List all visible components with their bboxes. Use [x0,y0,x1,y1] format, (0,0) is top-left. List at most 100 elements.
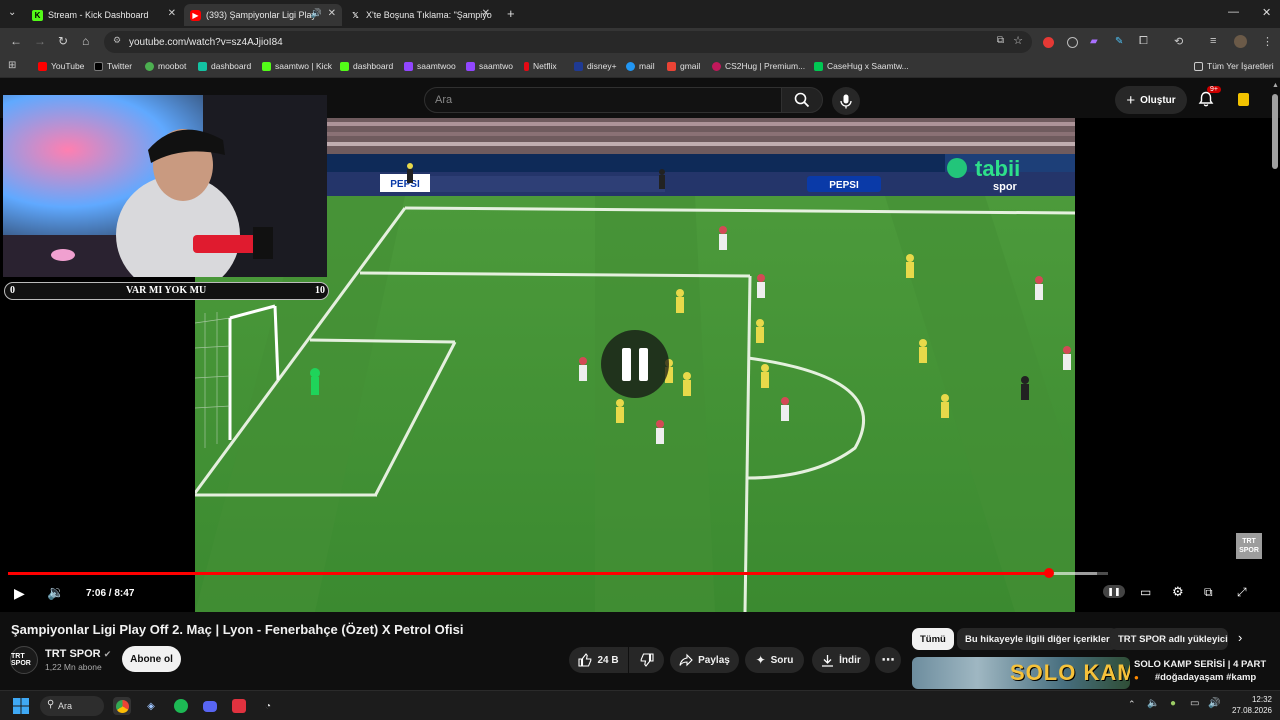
reload-icon[interactable]: ↻ [58,34,68,48]
window-close-icon[interactable]: ✕ [1262,6,1271,19]
bookmark-item[interactable]: gmail [667,61,700,71]
download-icon [822,654,834,667]
extension-red-icon[interactable] [1043,37,1054,48]
bookmark-item[interactable]: YouTube [38,61,84,71]
chevron-right-icon[interactable]: › [1238,630,1242,645]
sparkle-icon: ✦ [755,653,766,667]
video-frame[interactable]: PEPSI PEPSI tabii spor [195,118,1075,612]
new-tab-plus-icon[interactable]: + [507,6,515,21]
scroll-up-icon[interactable]: ▲ [1272,82,1279,89]
steam-icon[interactable]: ◈ [142,697,160,715]
volume-icon[interactable]: 🔉 [47,584,64,601]
profile-avatar[interactable] [1234,35,1247,48]
search-button[interactable] [781,87,823,113]
page-scrollbar[interactable] [1272,94,1278,169]
minimize-icon[interactable]: — [1228,6,1239,18]
chip-all[interactable]: Tümü [912,628,954,650]
more-actions-button[interactable]: ⋯ [875,647,901,673]
address-bar[interactable]: ⚙ youtube.com/watch?v=sz4AJjioI84 ⧉ ☆ [104,31,1032,53]
bookmark-item[interactable]: Netflix [524,61,557,71]
speaker-icon[interactable]: 🔊 [311,8,322,19]
account-avatar[interactable] [1238,93,1249,106]
voice-search-button[interactable] [832,87,860,115]
gmail-icon [667,61,676,71]
bookmark-star-icon[interactable]: ☆ [1013,34,1023,47]
microphone-icon [840,94,852,108]
media-control-icon[interactable]: ≡ [1210,35,1216,47]
tab-search-icon[interactable]: ⌄ [8,7,16,18]
thumbs-down-icon [640,653,654,667]
twitch-icon [466,61,475,71]
discord-icon[interactable] [201,697,219,715]
recommendation-title[interactable]: SOLO KAMP SERİSİ | 4 PART ● #doğadayaşam … [1134,658,1274,684]
channel-name[interactable]: TRT SPOR ✔ [45,648,111,660]
browser-menu-icon[interactable]: ⋮ [1262,35,1273,48]
forward-arrow-icon[interactable]: → [34,34,46,48]
close-icon[interactable]: ✕ [328,8,336,19]
autoplay-toggle[interactable]: ❚❚ [1103,585,1125,598]
chip-related-story[interactable]: Bu hikayeyle ilgili diğer içerikler [957,628,1118,650]
home-icon[interactable]: ⌂ [82,34,89,48]
subtitles-icon[interactable]: ▭ [1140,585,1151,599]
bookmark-item[interactable]: mail [626,61,655,71]
history-icon[interactable]: ⟲ [1174,35,1183,48]
tray-microphone-icon[interactable]: ● [1170,698,1176,709]
spotify-icon[interactable] [172,697,190,715]
install-app-icon[interactable]: ⧉ [997,35,1004,46]
app-red-icon[interactable] [230,697,248,715]
play-button[interactable]: ▶ [14,585,25,602]
bookmark-item[interactable]: CS2Hug | Premium... [712,61,805,71]
back-arrow-icon[interactable]: ← [10,34,22,48]
bookmark-item[interactable]: saamtwo [466,61,513,71]
miniplayer-icon[interactable]: ⧉ [1204,585,1213,600]
channel-avatar[interactable]: TRT SPOR [10,646,38,674]
like-button[interactable]: 24 B [569,647,628,673]
fullscreen-icon[interactable]: ⤢ [1237,585,1247,600]
progress-bar[interactable] [8,568,1108,578]
tray-sound-icon[interactable]: 🔈 [1147,698,1159,709]
disney-icon [574,61,583,71]
extensions-puzzle-icon[interactable]: ⧠ [1139,35,1148,48]
folder-icon [1194,61,1203,71]
close-icon[interactable]: ✕ [168,8,176,19]
tab-youtube-video[interactable]: ▶ (393) Şampiyonlar Ligi Play 🔊 ✕ [184,4,342,26]
tab-kick-dashboard[interactable]: K Stream - Kick Dashboard ✕ [26,4,182,26]
share-button[interactable]: Paylaş [670,647,739,673]
notifications-button[interactable]: 9+ [1198,86,1221,112]
bookmark-item[interactable]: saamtwo | Kick [262,61,332,71]
taskbar-search[interactable]: ⚲ Ara [40,696,104,716]
moobot-icon [145,61,154,71]
svg-text:tabii: tabii [975,156,1020,181]
bookmark-item[interactable]: saamtwoo [404,61,456,71]
bookmark-item[interactable]: disney+ [574,61,617,71]
download-button[interactable]: İndir [812,647,870,673]
bookmark-item[interactable]: dashboard [198,61,251,71]
bookmark-item[interactable]: dashboard [340,61,393,71]
chrome-icon[interactable] [113,697,131,715]
system-clock[interactable]: 12:32 27.08.2026 [1226,694,1272,716]
extension-circle-icon[interactable] [1067,37,1078,48]
bookmark-item[interactable]: CaseHug x Saamtw... [814,61,909,71]
site-info-icon[interactable]: ⚙ [113,35,121,46]
all-bookmarks-folder[interactable]: Tüm Yer İşaretleri [1194,61,1274,71]
subscribe-button[interactable]: Abone ol [122,646,181,672]
dislike-button[interactable] [629,647,664,673]
create-button[interactable]: + Oluştur [1115,86,1187,114]
close-icon[interactable]: ✕ [482,8,490,19]
tab-x-post[interactable]: 𝕏 X'te Boşuna Tıklama: "Şampiyo ✕ [344,4,496,26]
settings-gear-icon[interactable]: ⚙ [1172,584,1184,600]
bookmark-item[interactable]: moobot [145,61,186,71]
search-input[interactable]: Ara [424,87,782,113]
windows-start-icon[interactable] [12,697,30,715]
bookmark-item[interactable]: Twitter [94,61,132,71]
tray-chevron-icon[interactable]: ⌃ [1128,699,1136,710]
twitch-extension-icon[interactable]: ▰ [1090,36,1098,47]
extension-blue-icon[interactable]: ✎ [1115,36,1123,47]
chip-uploader[interactable]: TRT SPOR adlı yükleyici [1110,628,1228,650]
clock-app-icon[interactable]: ◔ [259,697,277,715]
apps-grid-icon[interactable]: ⊞ [8,60,16,71]
recommendation-thumbnail[interactable]: SOLO KAMP [912,657,1130,689]
tray-volume-icon[interactable]: 🔊 [1208,698,1220,709]
tray-display-icon[interactable]: ▭ [1190,698,1199,709]
ask-button[interactable]: ✦ Soru [745,647,804,673]
